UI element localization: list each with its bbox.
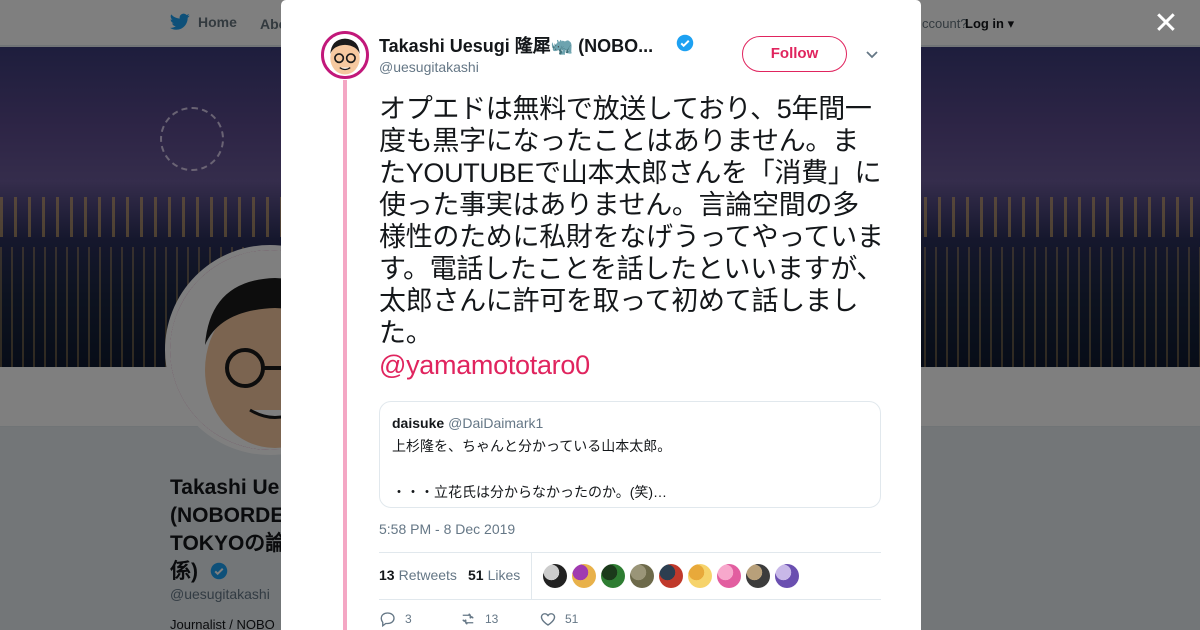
like-button[interactable]: 51 xyxy=(539,610,578,628)
retweet-button[interactable]: 13 xyxy=(459,610,498,628)
liker-avatar[interactable] xyxy=(601,564,625,588)
reply-icon xyxy=(380,612,395,628)
author-name-text: Takashi Uesugi 隆犀🦏 (NOBO... xyxy=(379,36,654,56)
liker-avatar[interactable] xyxy=(572,564,596,588)
heart-icon xyxy=(540,613,556,626)
liker-avatar[interactable] xyxy=(688,564,712,588)
author-avatar[interactable] xyxy=(321,31,369,79)
tweet-actions: 3 13 51 xyxy=(379,610,679,630)
author-name[interactable]: Takashi Uesugi 隆犀🦏 (NOBO... xyxy=(379,32,669,58)
chevron-down-icon[interactable] xyxy=(864,46,880,62)
likers-avatars xyxy=(543,564,799,588)
quote-text-line: 上杉隆を、ちゃんと分かっている山本太郎。 xyxy=(392,438,672,454)
tweet-stats: 13 Retweets 51 Likes xyxy=(379,552,881,600)
stats-divider xyxy=(531,553,532,599)
liker-avatar[interactable] xyxy=(659,564,683,588)
quote-text-line xyxy=(392,459,868,479)
quote-author-name: daisuke xyxy=(392,415,445,431)
mention-link[interactable]: @yamamototaro0 xyxy=(379,349,884,381)
verified-icon xyxy=(676,34,694,52)
liker-avatar[interactable] xyxy=(746,564,770,588)
author-handle[interactable]: @uesugitakashi xyxy=(379,59,479,75)
likes-count: 51 xyxy=(468,567,484,583)
quote-header: daisuke @DaiDaimark1 xyxy=(392,415,868,433)
tweet-timestamp[interactable]: 5:58 PM - 8 Dec 2019 xyxy=(379,521,515,537)
liker-avatar[interactable] xyxy=(543,564,567,588)
retweets-stat[interactable]: 13 Retweets xyxy=(379,567,457,583)
retweets-label: Retweets xyxy=(398,567,457,583)
retweets-count: 13 xyxy=(379,567,395,583)
quote-text-line: ・・・立花氏は分からなかったのか。(笑)… xyxy=(392,484,668,500)
retweet-count: 13 xyxy=(485,612,499,626)
tweet-modal: Takashi Uesugi 隆犀🦏 (NOBO... @uesugitakas… xyxy=(281,0,921,630)
like-count: 51 xyxy=(565,612,579,626)
liker-avatar[interactable] xyxy=(775,564,799,588)
tweet-body: オプエドは無料で放送しており、5年間一度も黒字になったことはありません。またYO… xyxy=(379,94,884,348)
follow-button[interactable]: Follow xyxy=(742,36,847,72)
cartoon-face-icon xyxy=(324,34,366,76)
reply-button[interactable]: 3 xyxy=(379,610,412,628)
close-icon[interactable]: ✕ xyxy=(1152,9,1180,39)
quote-author-handle: @DaiDaimark1 xyxy=(448,415,544,431)
liker-avatar[interactable] xyxy=(717,564,741,588)
liker-avatar[interactable] xyxy=(630,564,654,588)
retweet-icon xyxy=(462,613,474,625)
thread-line xyxy=(343,80,347,630)
likes-label: Likes xyxy=(487,567,521,583)
quoted-tweet[interactable]: daisuke @DaiDaimark1 上杉隆を、ちゃんと分かっている山本太郎。… xyxy=(379,401,881,508)
tweet-text: オプエドは無料で放送しており、5年間一度も黒字になったことはありません。またYO… xyxy=(379,93,884,381)
likes-stat[interactable]: 51 Likes xyxy=(468,567,520,583)
reply-count: 3 xyxy=(405,612,412,626)
